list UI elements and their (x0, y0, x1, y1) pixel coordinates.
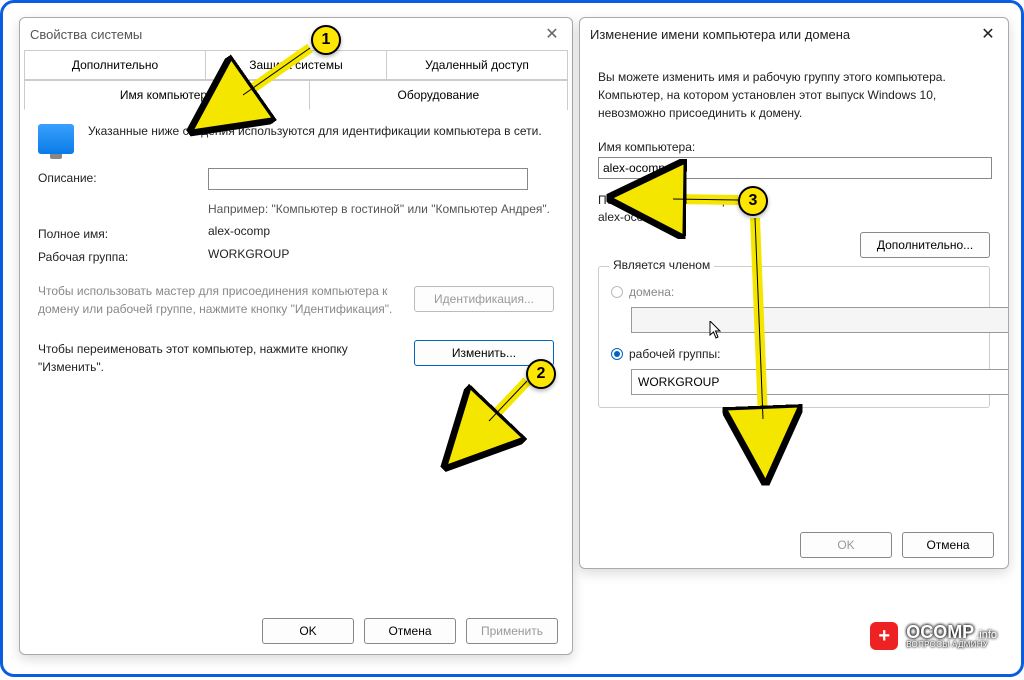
title-text-right: Изменение имени компьютера или домена (590, 27, 850, 42)
radio-workgroup[interactable] (611, 348, 623, 360)
watermark-name: OCOMP.info (906, 623, 997, 641)
tab-system-protection[interactable]: Защита системы (206, 50, 387, 79)
fullname-label: Полное имя: (38, 224, 208, 241)
titlebar-right: Изменение имени компьютера или домена ✕ (580, 18, 1008, 50)
monitor-icon (38, 124, 74, 154)
workgroup-radio-row[interactable]: рабочей группы: (611, 347, 977, 361)
member-legend: Является членом (609, 258, 714, 272)
intro-text: Указанные ниже сведения используются для… (88, 122, 542, 140)
right-content: Вы можете изменить имя и рабочую группу … (580, 50, 1008, 420)
advanced-button[interactable]: Дополнительно... (860, 232, 990, 258)
wizard-text: Чтобы использовать мастер для присоедине… (38, 282, 400, 318)
radio-domain[interactable] (611, 286, 623, 298)
workgroup-input[interactable] (631, 369, 1009, 395)
description-hint: Например: "Компьютер в гостиной" или "Ко… (208, 200, 554, 218)
marker-1: 1 (311, 25, 341, 55)
identify-button[interactable]: Идентификация... (414, 286, 554, 312)
ok-button[interactable]: OK (262, 618, 354, 644)
apply-button[interactable]: Применить (466, 618, 558, 644)
marker-2: 2 (526, 359, 556, 389)
tab-hardware[interactable]: Оборудование (310, 80, 568, 110)
description-input[interactable] (208, 168, 528, 190)
tabs-row-2: Имя компьютера Оборудование (24, 80, 568, 110)
cancel-button[interactable]: Отмена (364, 618, 456, 644)
cancel-button-right[interactable]: Отмена (902, 532, 994, 558)
fullname-value: alex-ocomp (208, 224, 554, 238)
member-group: Является членом домена: рабочей группы: (598, 266, 990, 408)
domain-input (631, 307, 1009, 333)
domain-label: домена: (629, 285, 674, 299)
cursor-icon (709, 321, 723, 339)
plus-icon: + (870, 622, 898, 650)
system-properties-dialog: Свойства системы ✕ Дополнительно Защита … (19, 17, 573, 655)
right-intro: Вы можете изменить имя и рабочую группу … (598, 68, 990, 122)
computer-name-input[interactable] (598, 157, 992, 179)
left-button-row: OK Отмена Применить (262, 618, 558, 644)
description-label: Описание: (38, 168, 208, 185)
workgroup-label: Рабочая группа: (38, 247, 208, 264)
ok-button-right[interactable]: OK (800, 532, 892, 558)
close-icon[interactable]: ✕ (974, 22, 1002, 46)
workgroup-value: WORKGROUP (208, 247, 554, 261)
workgroup-label-right: рабочей группы: (629, 347, 720, 361)
fullname-value-right: alex-ocomp (598, 210, 990, 224)
tabs-row-1: Дополнительно Защита системы Удаленный д… (24, 50, 568, 80)
tab-remote[interactable]: Удаленный доступ (387, 50, 568, 79)
left-content: Указанные ниже сведения используются для… (20, 110, 572, 388)
tab-advanced[interactable]: Дополнительно (24, 50, 206, 79)
rename-text: Чтобы переименовать этот компьютер, нажм… (38, 340, 400, 376)
rename-dialog: Изменение имени компьютера или домена ✕ … (579, 17, 1009, 569)
marker-3: 3 (738, 186, 768, 216)
fullname-label-right: Полное имя компьютера: (598, 193, 990, 207)
titlebar-left: Свойства системы ✕ (20, 18, 572, 50)
watermark: + OCOMP.info ВОПРОСЫ АДМИНУ (870, 622, 997, 650)
title-text: Свойства системы (30, 27, 142, 42)
right-button-row: OK Отмена (800, 532, 994, 558)
name-label: Имя компьютера: (598, 140, 990, 154)
watermark-sub: ВОПРОСЫ АДМИНУ (906, 641, 997, 649)
domain-radio-row[interactable]: домена: (611, 285, 977, 299)
tab-computer-name[interactable]: Имя компьютера (24, 80, 310, 110)
close-icon[interactable]: ✕ (538, 22, 566, 46)
